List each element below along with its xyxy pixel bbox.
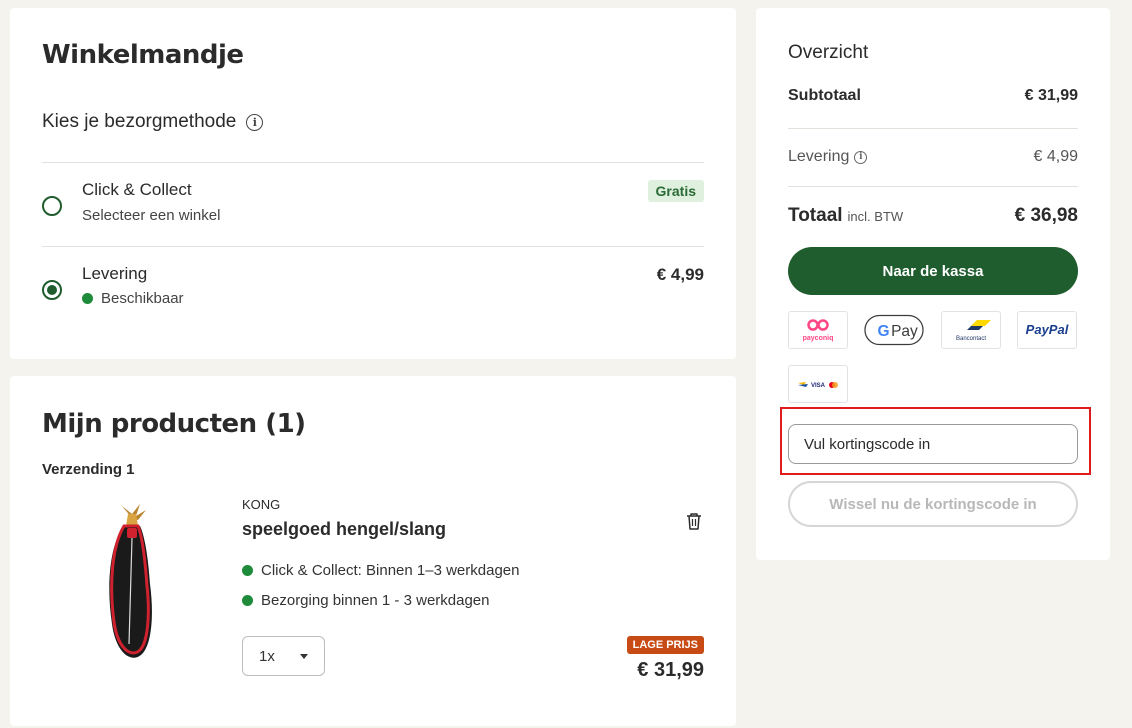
- option-title: Levering: [82, 264, 148, 283]
- quantity-select[interactable]: 1x: [242, 636, 325, 676]
- availability-text: Bezorging binnen 1 - 3 werkdagen: [261, 592, 490, 609]
- shipment-label: Verzending 1: [42, 461, 135, 478]
- option-subtitle: Beschikbaar: [101, 290, 184, 307]
- checkout-button[interactable]: Naar de kassa: [788, 247, 1078, 295]
- subtotal-row: Subtotaal € 31,99: [788, 87, 1078, 105]
- googlepay-text: Pay: [891, 323, 918, 340]
- total-value: € 36,98: [1014, 205, 1078, 226]
- products-card: Mijn producten (1) Verzending 1 KONG spe…: [10, 376, 736, 726]
- delivery-heading: Kies je bezorgmethode i: [42, 111, 264, 133]
- payconiq-logo: payconiq: [788, 311, 848, 349]
- radio-levering[interactable]: [42, 280, 62, 300]
- availability-click-collect: Click & Collect: Binnen 1–3 werkdagen: [242, 562, 519, 579]
- product-name[interactable]: speelgoed hengel/slang: [242, 519, 446, 540]
- option-subtitle: Selecteer een winkel: [82, 207, 221, 224]
- divider: [42, 246, 704, 247]
- option-title: Click & Collect: [82, 180, 192, 199]
- product-price: € 31,99: [637, 659, 704, 681]
- info-icon[interactable]: i: [854, 150, 868, 164]
- option-price: € 4,99: [656, 265, 704, 284]
- delivery-label-group: Levering i: [788, 148, 868, 166]
- available-dot-icon: [242, 595, 253, 606]
- availability-delivery: Bezorging binnen 1 - 3 werkdagen: [242, 592, 490, 609]
- product-image[interactable]: [102, 504, 162, 666]
- divider: [788, 128, 1078, 129]
- delivery-option-levering[interactable]: Levering Beschikbaar € 4,99: [42, 262, 704, 322]
- delivery-heading-text: Kies je bezorgmethode: [42, 111, 237, 132]
- visa-mastercard-icon: VISA: [798, 382, 838, 389]
- subtotal-value: € 31,99: [1024, 87, 1078, 104]
- visa-mastercard-logo: VISA: [788, 365, 848, 403]
- bancontact-text: Bancontact: [956, 336, 986, 342]
- available-dot-icon: [242, 565, 253, 576]
- delivery-option-click-collect[interactable]: Click & Collect Selecteer een winkel Gra…: [42, 178, 704, 238]
- gratis-badge: Gratis: [647, 180, 704, 202]
- chevron-down-icon: [300, 654, 308, 659]
- divider: [42, 162, 704, 163]
- product-brand: KONG: [242, 497, 281, 512]
- payconiq-icon: payconiq: [803, 319, 834, 342]
- delivery-row: Levering i € 4,99: [788, 148, 1078, 166]
- total-row: Totaal incl. BTW € 36,98: [788, 205, 1078, 227]
- total-suffix: incl. BTW: [847, 208, 904, 224]
- googlepay-logo: G Pay: [864, 311, 924, 349]
- total-label: Totaal: [788, 205, 843, 226]
- delivery-value: € 4,99: [1033, 148, 1078, 165]
- overview-title: Overzicht: [788, 42, 869, 63]
- visa-text: VISA: [811, 383, 826, 389]
- googlepay-icon: G Pay: [864, 314, 924, 346]
- overview-card: Overzicht Subtotaal € 31,99 Levering i €…: [756, 8, 1110, 560]
- info-icon[interactable]: i: [246, 113, 264, 131]
- page-title: Winkelmandje: [42, 40, 244, 70]
- radio-click-collect[interactable]: [42, 196, 62, 216]
- payconiq-text: payconiq: [803, 335, 834, 342]
- products-title: Mijn producten (1): [42, 409, 306, 439]
- low-price-badge: LAGE PRIJS: [626, 636, 704, 654]
- available-dot-icon: [82, 293, 93, 304]
- divider: [788, 186, 1078, 187]
- svg-text:G: G: [878, 323, 890, 340]
- quantity-value: 1x: [259, 647, 275, 665]
- paypal-icon: PayPal: [1026, 322, 1069, 337]
- bancontact-icon: Bancontact: [955, 320, 991, 342]
- delivery-label: Levering: [788, 148, 850, 165]
- paypal-logo: PayPal: [1017, 311, 1077, 349]
- option-availability: Beschikbaar: [82, 290, 184, 307]
- highlight-box: [780, 407, 1091, 475]
- delivery-method-card: Winkelmandje Kies je bezorgmethode i Cli…: [10, 8, 736, 359]
- paypal-text: PayPal: [1026, 322, 1069, 337]
- bancontact-logo: Bancontact: [941, 311, 1001, 349]
- total-label-group: Totaal incl. BTW: [788, 205, 903, 227]
- availability-text: Click & Collect: Binnen 1–3 werkdagen: [261, 562, 520, 579]
- subtotal-label: Subtotaal: [788, 87, 861, 104]
- redeem-code-button[interactable]: Wissel nu de kortingscode in: [788, 481, 1078, 527]
- trash-icon[interactable]: [686, 512, 702, 530]
